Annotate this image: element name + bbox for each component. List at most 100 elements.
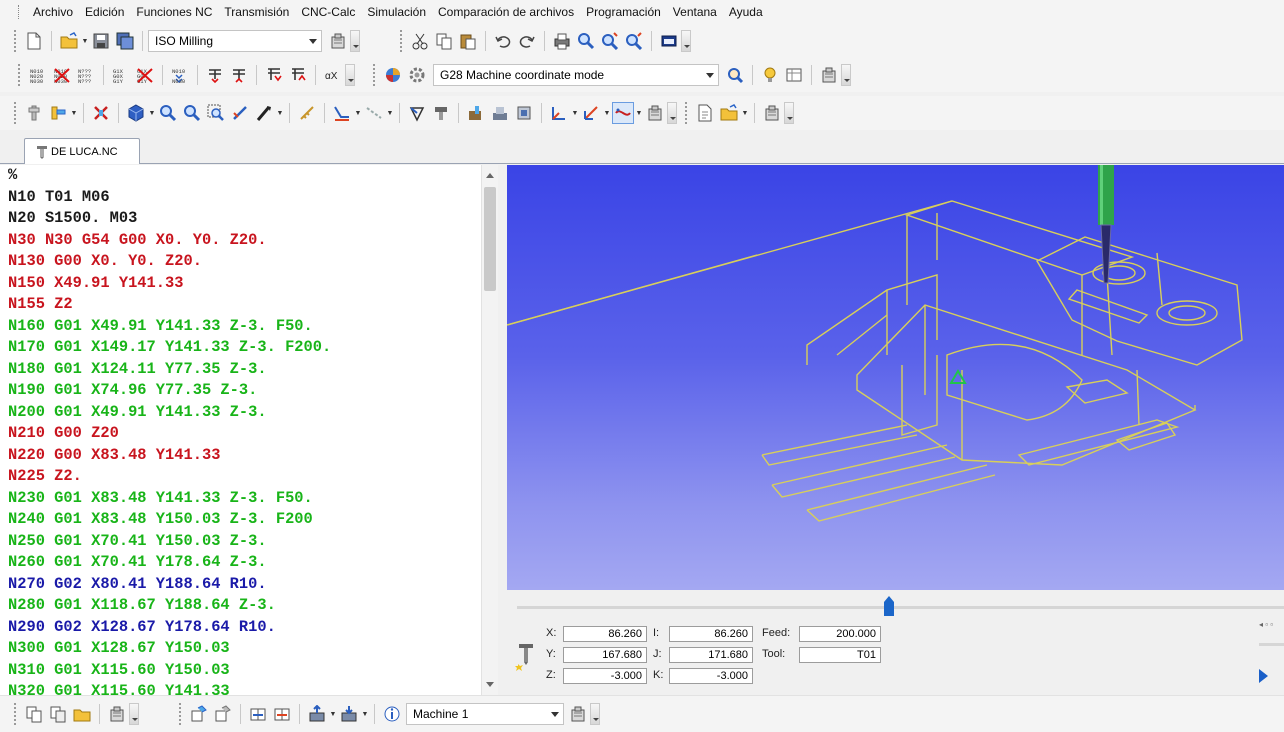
- menu-ayuda[interactable]: Ayuda: [723, 5, 769, 19]
- zoom-box-icon[interactable]: [206, 103, 226, 123]
- toolbar-options-icon[interactable]: [129, 703, 139, 725]
- machine-settings-icon[interactable]: [645, 103, 665, 123]
- toolbar-options-icon[interactable]: [681, 30, 691, 52]
- cnc-calc-icon[interactable]: [383, 65, 403, 85]
- menu-archivo[interactable]: Archivo: [27, 5, 79, 19]
- download-icon[interactable]: [339, 704, 359, 724]
- renumber-icon[interactable]: N010 N020 N030: [28, 65, 48, 85]
- code-line[interactable]: N155 Z2: [8, 294, 331, 316]
- code-line[interactable]: N130 G00 X0. Y0. Z20.: [8, 251, 331, 273]
- duplicate-file-icon[interactable]: [48, 704, 68, 724]
- menu-programacion[interactable]: Programación: [580, 5, 667, 19]
- open-dropdown-icon[interactable]: ▼: [81, 31, 89, 51]
- toolbar-options-icon[interactable]: [345, 64, 355, 86]
- menu-transmision[interactable]: Transmisión: [218, 5, 295, 19]
- code-line[interactable]: N270 G02 X80.41 Y188.64 R10.: [8, 574, 331, 596]
- menu-comparacion[interactable]: Comparación de archivos: [432, 5, 580, 19]
- speed-control-slider[interactable]: [1259, 643, 1284, 646]
- scroll-down-icon[interactable]: [486, 682, 494, 687]
- gear-icon[interactable]: [407, 65, 427, 85]
- tool-cross-icon[interactable]: [91, 103, 111, 123]
- open-dropdown-icon[interactable]: ▼: [741, 103, 749, 123]
- upload-icon[interactable]: [307, 704, 327, 724]
- remove-numbers-icon[interactable]: N010N020N030: [52, 65, 72, 85]
- simulation-progress-thumb[interactable]: [883, 596, 895, 616]
- axis-3d-icon[interactable]: [581, 103, 601, 123]
- find-next-icon[interactable]: [600, 31, 620, 51]
- toolpath-dropdown-icon[interactable]: ▼: [354, 103, 362, 123]
- zoom-out-icon[interactable]: [182, 103, 202, 123]
- open-folder-icon[interactable]: [59, 31, 79, 51]
- code-line[interactable]: N150 X49.91 Y141.33: [8, 273, 331, 295]
- tab-de-luca-nc[interactable]: DE LUCA.NC: [24, 138, 140, 164]
- coordinate-mode-combo[interactable]: G28 Machine coordinate mode: [433, 64, 719, 86]
- path-link-dropdown-icon[interactable]: ▼: [635, 103, 643, 123]
- simulation-progress-track[interactable]: [517, 606, 1284, 609]
- redo-icon[interactable]: [517, 31, 537, 51]
- code-line[interactable]: N250 G01 X70.41 Y150.03 Z-3.: [8, 531, 331, 553]
- code-line[interactable]: N240 G01 X83.48 Y150.03 Z-3. F200: [8, 509, 331, 531]
- stock-icon[interactable]: [466, 103, 486, 123]
- code-line[interactable]: N20 S1500. M03: [8, 208, 331, 230]
- toolbar-options-icon[interactable]: [784, 102, 794, 124]
- code-line[interactable]: N320 G01 X115.60 Y141.33: [8, 681, 331, 695]
- machine-settings-icon[interactable]: [107, 704, 127, 724]
- code-line[interactable]: N230 G01 X83.48 Y141.33 Z-3. F50.: [8, 488, 331, 510]
- save-all-icon[interactable]: [115, 31, 135, 51]
- axis-dropdown-icon[interactable]: ▼: [571, 103, 579, 123]
- machine-settings-icon[interactable]: [328, 31, 348, 51]
- zoom-window-icon[interactable]: [725, 65, 745, 85]
- scrollbar-thumb[interactable]: [484, 187, 496, 291]
- fixture-icon[interactable]: [490, 103, 510, 123]
- receive-file-icon[interactable]: [213, 704, 233, 724]
- menu-cnc-calc[interactable]: CNC-Calc: [295, 5, 361, 19]
- find-icon[interactable]: [576, 31, 596, 51]
- code-line[interactable]: N210 G00 Z20: [8, 423, 331, 445]
- download-dropdown-icon[interactable]: ▼: [361, 704, 369, 724]
- code-line[interactable]: N10 T01 M06: [8, 187, 331, 209]
- code-line[interactable]: N30 N30 G54 G00 X0. Y0. Z20.: [8, 230, 331, 252]
- toolbar-options-icon[interactable]: [350, 30, 360, 52]
- new-file-icon[interactable]: [24, 31, 44, 51]
- play-icon[interactable]: [1259, 669, 1268, 683]
- copy-file-icon[interactable]: [24, 704, 44, 724]
- paste-icon[interactable]: [458, 31, 478, 51]
- lightbulb-icon[interactable]: [760, 65, 780, 85]
- upload-dropdown-icon[interactable]: ▼: [329, 704, 337, 724]
- send-file-icon[interactable]: [189, 704, 209, 724]
- axis-icon[interactable]: [549, 103, 569, 123]
- pan-dropdown-icon[interactable]: ▼: [276, 103, 284, 123]
- toolpath-icon[interactable]: [332, 103, 352, 123]
- code-line[interactable]: N190 G01 X74.96 Y77.35 Z-3.: [8, 380, 331, 402]
- code-line[interactable]: N280 G01 X118.67 Y188.64 Z-3.: [8, 595, 331, 617]
- table-icon[interactable]: [784, 65, 804, 85]
- tool-shape-icon[interactable]: [407, 103, 427, 123]
- code-line[interactable]: N200 G01 X49.91 Y141.33 Z-3.: [8, 402, 331, 424]
- code-line[interactable]: N225 Z2.: [8, 466, 331, 488]
- tool-list-dropdown-icon[interactable]: ▼: [70, 103, 78, 123]
- code-line[interactable]: N290 G02 X128.67 Y178.64 R10.: [8, 617, 331, 639]
- info-icon[interactable]: [382, 704, 402, 724]
- print-icon[interactable]: [552, 31, 572, 51]
- open-folder-icon[interactable]: [719, 103, 739, 123]
- pan-view-icon[interactable]: [254, 103, 274, 123]
- toolbar-options-icon[interactable]: [590, 703, 600, 725]
- simulation-viewport[interactable]: [507, 165, 1284, 590]
- compare-icon[interactable]: [248, 704, 268, 724]
- menu-simulacion[interactable]: Simulación: [361, 5, 432, 19]
- solid-view-icon[interactable]: [126, 103, 146, 123]
- editor-vertical-scrollbar[interactable]: [481, 165, 498, 695]
- block-skip-icon[interactable]: N010 N030: [170, 65, 190, 85]
- code-line[interactable]: N300 G01 X128.67 Y150.03: [8, 638, 331, 660]
- cut-icon[interactable]: [410, 31, 430, 51]
- undo-icon[interactable]: [493, 31, 513, 51]
- copy-icon[interactable]: [434, 31, 454, 51]
- measure-icon[interactable]: [297, 103, 317, 123]
- code-line[interactable]: N170 G01 X149.17 Y141.33 Z-3. F200.: [8, 337, 331, 359]
- find-previous-icon[interactable]: [624, 31, 644, 51]
- toolbar-options-icon[interactable]: [667, 102, 677, 124]
- rapid-dropdown-icon[interactable]: ▼: [386, 103, 394, 123]
- machine-view-icon[interactable]: [514, 103, 534, 123]
- window-icon[interactable]: [659, 31, 679, 51]
- compare-folders-icon[interactable]: [272, 704, 292, 724]
